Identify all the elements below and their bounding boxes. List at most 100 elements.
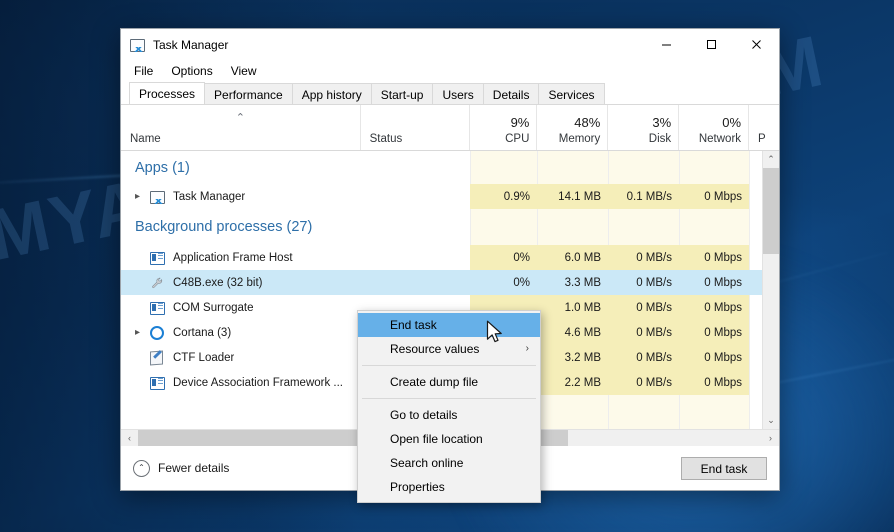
scroll-right-icon[interactable]: › [762,430,779,446]
context-menu-separator [362,398,536,399]
network-total-value: 0% [722,115,742,130]
column-header-status[interactable]: Status [359,105,470,150]
window-icon [150,375,166,391]
context-menu-label: Open file location [390,432,483,446]
group-header-background-processes[interactable]: Background processes (27) [121,209,762,245]
process-network: 0 Mbps [679,245,749,270]
submenu-chevron-right-icon: › [525,343,529,354]
process-network: 0 Mbps [679,184,749,209]
context-menu-item-open-file-location[interactable]: Open file location [358,427,540,451]
column-header-memory[interactable]: 48% Memory [536,105,607,150]
process-memory: 1.0 MB [537,295,608,320]
tab-details[interactable]: Details [482,83,540,104]
context-menu-item-resource-values[interactable]: Resource values › [358,337,540,361]
process-network: 0 Mbps [679,345,749,370]
table-row-selected[interactable]: ▸ C48B.exe (32 bit) 0% 3.3 MB 0 MB/s 0 M… [121,270,762,295]
column-header-name-label: Name [130,133,161,145]
minimize-icon [662,44,671,46]
process-name: Application Frame Host [173,251,293,264]
vertical-scrollbar[interactable]: ⌃ ⌄ [762,151,779,429]
column-header-cpu[interactable]: 9% CPU [469,105,536,150]
process-name: C48B.exe (32 bit) [173,276,263,289]
cortana-circle-icon [150,325,166,341]
window-controls [644,29,779,60]
window-icon [150,250,166,266]
process-name: Task Manager [173,190,246,203]
column-header-network[interactable]: 0% Network [678,105,748,150]
context-menu-item-create-dump-file[interactable]: Create dump file [358,370,540,394]
scroll-down-icon[interactable]: ⌄ [763,412,779,429]
process-network: 0 Mbps [679,370,749,395]
context-menu-label: End task [390,318,437,332]
vertical-scroll-track[interactable] [763,168,779,412]
process-name: Cortana (3) [173,326,232,339]
process-name: COM Surrogate [173,301,254,314]
tab-users[interactable]: Users [432,83,484,104]
menu-item-file[interactable]: File [131,62,162,81]
disk-total-value: 3% [652,115,672,130]
process-disk: 0.1 MB/s [608,184,679,209]
memory-total-value: 48% [574,115,601,130]
menu-item-view[interactable]: View [228,62,266,81]
tab-performance[interactable]: Performance [204,83,293,104]
context-menu-item-go-to-details[interactable]: Go to details [358,403,540,427]
process-status [360,184,470,209]
fewer-details-button[interactable]: ⌃ Fewer details [133,459,229,477]
column-header-row: ⌃ Name Status 9% CPU 48% Memory 3% Disk … [121,105,779,151]
tab-start-up[interactable]: Start-up [370,83,434,104]
column-header-cpu-label: CPU [505,133,530,145]
notepad-pencil-icon [150,350,166,366]
context-menu-label: Go to details [390,408,458,422]
process-cpu: 0% [470,245,537,270]
scroll-left-icon[interactable]: ‹ [121,430,138,446]
process-memory: 3.2 MB [537,345,608,370]
context-menu-label: Properties [390,480,445,494]
end-task-button[interactable]: End task [681,457,767,480]
sort-ascending-icon: ⌃ [235,112,245,124]
process-name: CTF Loader [173,351,235,364]
menu-bar: File Options View [121,60,779,83]
process-cpu: 0% [470,270,537,295]
column-header-name[interactable]: ⌃ Name [121,105,360,150]
column-header-disk-label: Disk [648,133,672,145]
process-name: Device Association Framework ... [173,376,344,389]
table-row[interactable]: ▸ Application Frame Host 0% 6.0 MB 0 MB/… [121,245,762,270]
group-header-apps[interactable]: Apps (1) [121,151,762,184]
tab-processes[interactable]: Processes [129,82,206,104]
vertical-scroll-thumb[interactable] [763,168,779,254]
context-menu-item-search-online[interactable]: Search online [358,451,540,475]
task-manager-icon [130,37,146,53]
cpu-total-value: 9% [510,115,530,130]
column-header-disk[interactable]: 3% Disk [607,105,678,150]
process-network: 0 Mbps [679,320,749,345]
scroll-up-icon[interactable]: ⌃ [763,151,779,168]
column-header-status-label: Status [369,133,403,145]
process-disk: 0 MB/s [608,320,679,345]
menu-item-options[interactable]: Options [168,62,221,81]
context-menu-item-properties[interactable]: Properties [358,475,540,499]
process-memory: 3.3 MB [537,270,608,295]
context-menu-label: Resource values [390,342,480,356]
task-manager-icon [150,189,166,205]
expand-chevron-icon[interactable]: ▸ [130,191,145,202]
context-menu-separator [362,365,536,366]
close-button[interactable] [734,29,779,60]
tab-services[interactable]: Services [538,83,605,104]
title-bar[interactable]: Task Manager [121,29,779,60]
process-memory: 2.2 MB [537,370,608,395]
column-header-power[interactable]: P [748,105,779,150]
context-menu-label: Search online [390,456,464,470]
maximize-button[interactable] [689,29,734,60]
context-menu-item-end-task[interactable]: End task [358,313,540,337]
chevron-up-circle-icon: ⌃ [133,459,150,477]
process-cpu: 0.9% [470,184,537,209]
process-network: 0 Mbps [679,295,749,320]
process-disk: 0 MB/s [608,345,679,370]
process-status [360,245,470,270]
table-row[interactable]: ▸ Task Manager 0.9% 14.1 MB 0.1 MB/s 0 M… [121,184,762,209]
process-disk: 0 MB/s [608,370,679,395]
process-disk: 0 MB/s [608,295,679,320]
tab-app-history[interactable]: App history [291,83,372,104]
expand-chevron-icon[interactable]: ▸ [130,327,145,338]
minimize-button[interactable] [644,29,689,60]
